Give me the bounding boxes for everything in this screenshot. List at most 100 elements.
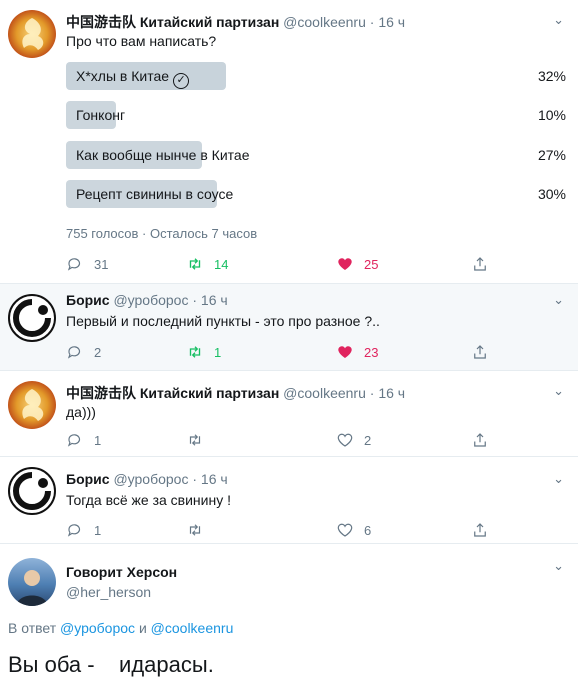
share-icon	[474, 345, 486, 359]
user-handle[interactable]: @уробор​ос	[113, 292, 188, 308]
timestamp[interactable]: 16 ч	[378, 385, 405, 401]
retweet-count: 1	[214, 344, 222, 360]
share-icon	[474, 257, 486, 271]
display-name[interactable]: Борис	[66, 292, 110, 308]
tweet-reply[interactable]: 中国游击队 Китайский партизан @coolkeenru · 1…	[0, 371, 578, 456]
tweet-reply[interactable]: Борис @уробор​ос · 16 ч ⌄ Первый и после…	[0, 284, 578, 370]
reply-button[interactable]: 1	[66, 520, 101, 540]
phoenix-emblem-icon	[22, 18, 44, 50]
chevron-down-icon[interactable]: ⌄	[553, 292, 564, 308]
poll-meta: 755 голосов · Осталось 7 часов	[66, 226, 258, 241]
mention-link[interactable]: @уробор​ос	[60, 620, 135, 636]
poll-option-percent: 32%	[537, 68, 566, 84]
tweet-text: Про что вам написать?	[66, 33, 217, 49]
like-button[interactable]: 6	[336, 520, 371, 540]
separator-dot: ·	[369, 385, 375, 401]
user-handle[interactable]: @her_herson	[66, 584, 151, 600]
retweet-button[interactable]: 14	[186, 254, 228, 274]
replying-to: В ответ @уробор​ос и @coolkeenru	[8, 620, 233, 636]
tweet-reply[interactable]: Борис @уробор​ос · 16 ч ⌄ Тогда всё же з…	[0, 457, 578, 543]
heart-icon	[338, 258, 352, 270]
share-icon	[474, 523, 486, 537]
action-bar: 31 14 25	[66, 254, 546, 274]
user-handle[interactable]: @coolkeenru	[283, 385, 366, 401]
like-button[interactable]: 2	[336, 430, 371, 450]
person-photo-icon	[16, 570, 48, 606]
timestamp[interactable]: 16 ч	[378, 14, 405, 30]
chevron-down-icon[interactable]: ⌄	[553, 383, 564, 399]
poll-option: Рецепт свинины в соусе 30%	[66, 180, 566, 208]
poll-option-label: Х*хлы в Китае ✓	[76, 68, 190, 89]
retweet-icon	[189, 346, 201, 358]
chevron-down-icon[interactable]: ⌄	[553, 471, 564, 487]
tweet-text: да)))	[66, 404, 96, 420]
like-count: 25	[364, 256, 379, 272]
share-icon	[474, 433, 486, 447]
reply-count: 1	[94, 522, 102, 538]
retweet-icon	[189, 524, 201, 536]
display-name[interactable]: Борис	[66, 471, 110, 487]
tweet-text: Первый и последний пункты - это про разн…	[66, 313, 380, 329]
poll-option: Гонконг 10%	[66, 101, 566, 129]
display-name[interactable]: 中国游击队 Китайский партизан	[66, 14, 279, 30]
heart-icon	[338, 346, 352, 358]
poll-option-percent: 30%	[537, 186, 566, 202]
retweet-button[interactable]: 1	[186, 342, 221, 362]
separator-dot: ·	[192, 471, 198, 487]
chevron-down-icon[interactable]: ⌄	[553, 12, 564, 28]
reply-button[interactable]: 1	[66, 430, 101, 450]
reply-icon	[67, 434, 81, 447]
poll-option-label: Как вообще нынче в Китае	[76, 147, 250, 163]
poll-option-percent: 10%	[537, 107, 566, 123]
tweet-header: 中国游击队 Китайский партизан @coolkeenru · 1…	[66, 12, 405, 32]
like-count: 6	[364, 522, 372, 538]
focused-handle-row: @her_herson	[66, 584, 151, 600]
avatar[interactable]	[8, 558, 56, 606]
avatar[interactable]	[8, 294, 56, 342]
separator-dot: ·	[369, 14, 375, 30]
phoenix-emblem-icon	[22, 389, 44, 421]
tweet-header: Борис @уробор​ос · 16 ч	[66, 471, 228, 487]
avatar[interactable]	[8, 467, 56, 515]
like-button[interactable]: 23	[336, 342, 378, 362]
retweet-button[interactable]	[186, 520, 214, 540]
mention-link[interactable]: @coolkeenru	[151, 620, 234, 636]
poll-option-label: Рецепт свинины в соусе	[76, 186, 234, 202]
action-bar: 2 1 23	[66, 342, 546, 362]
timestamp[interactable]: 16 ч	[201, 471, 228, 487]
timestamp[interactable]: 16 ч	[201, 292, 228, 308]
replying-prefix: В ответ	[8, 620, 57, 636]
reply-count: 31	[94, 256, 109, 272]
poll-option-percent: 27%	[537, 147, 566, 163]
tweet-poll[interactable]: 中国游击队 Китайский партизан @coolkeenru · 1…	[0, 0, 578, 283]
reply-icon	[67, 258, 81, 271]
avatar[interactable]	[8, 381, 56, 429]
action-bar: 1 2	[66, 430, 546, 450]
reply-button[interactable]: 2	[66, 342, 101, 362]
like-count: 23	[364, 344, 379, 360]
user-handle[interactable]: @уробор​ос	[113, 471, 188, 487]
reply-button[interactable]: 31	[66, 254, 108, 274]
share-button[interactable]	[471, 430, 499, 450]
chevron-down-icon[interactable]: ⌄	[553, 558, 564, 574]
heart-icon	[337, 523, 353, 537]
tweet-text: Тогда всё же за свинину !	[66, 492, 231, 508]
like-count: 2	[364, 432, 372, 448]
action-bar: 1 6	[66, 520, 546, 540]
share-button[interactable]	[471, 342, 499, 362]
share-button[interactable]	[471, 254, 499, 274]
retweet-button[interactable]	[186, 430, 214, 450]
share-button[interactable]	[471, 520, 499, 540]
tweet-focused[interactable]: Говорит Херсон @her_herson ⌄ В ответ @ур…	[0, 544, 578, 680]
display-name[interactable]: Говорит Херсон	[66, 564, 177, 580]
avatar[interactable]	[8, 10, 56, 58]
tweet-header: 中国游击队 Китайский партизан @coolkeenru · 1…	[66, 383, 405, 403]
reply-count: 1	[94, 432, 102, 448]
retweet-icon	[189, 258, 201, 270]
poll-option: Х*хлы в Китае ✓ 32%	[66, 62, 566, 90]
like-button[interactable]: 25	[336, 254, 378, 274]
poll-option: Как вообще нынче в Китае 27%	[66, 141, 566, 169]
display-name[interactable]: 中国游击队 Китайский партизан	[66, 385, 279, 401]
separator-dot: ·	[192, 292, 198, 308]
user-handle[interactable]: @coolkeenru	[283, 14, 366, 30]
